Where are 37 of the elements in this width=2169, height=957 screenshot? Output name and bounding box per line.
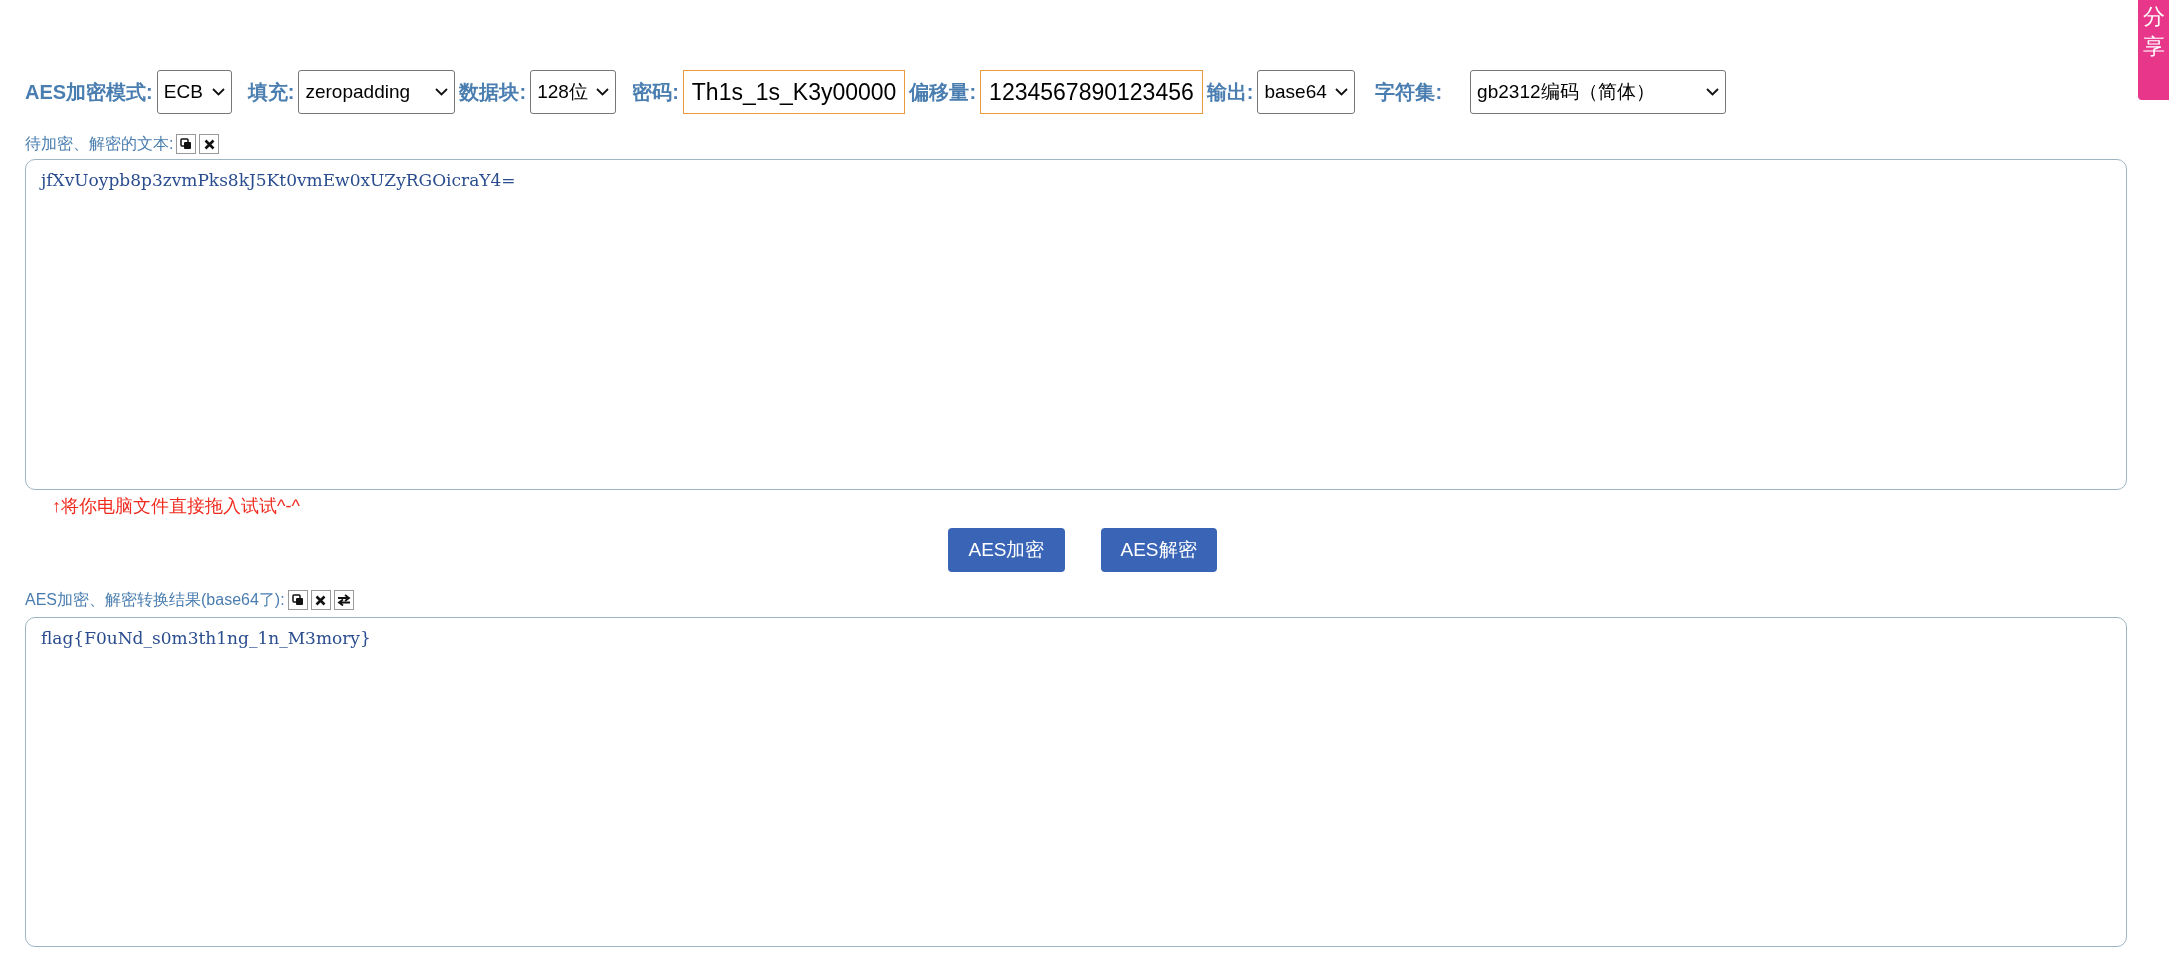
chevron-down-icon: [1335, 88, 1349, 96]
copy-button[interactable]: [287, 590, 308, 610]
clear-button[interactable]: [310, 590, 331, 610]
clear-button[interactable]: [199, 134, 220, 154]
encrypt-button[interactable]: AES加密: [948, 528, 1065, 572]
dropdown[interactable]: gb2312编码（简体）: [1470, 70, 1727, 114]
chevron-down-icon: [1706, 88, 1720, 96]
text-input[interactable]: Th1s_1s_K3y00000: [682, 70, 906, 114]
drag-hint-text: ↑将你电脑文件直接拖入试试^-^: [52, 496, 300, 516]
chevron-down-icon: [211, 88, 225, 96]
chevron-down-icon: [596, 88, 610, 96]
swap-button[interactable]: [333, 590, 354, 610]
dropdown[interactable]: zeropadding: [298, 70, 456, 114]
share-tab[interactable]: 分享: [2138, 0, 2169, 100]
decrypt-button[interactable]: AES解密: [1100, 528, 1217, 572]
field-label: 字符集:: [1375, 80, 1443, 105]
text-area[interactable]: jfXvUoypb8p3zvmPks8kJ5Kt0vmEw0xUZyRGOicraY4=: [25, 159, 2127, 490]
text-area[interactable]: flag{F0uNd_s0m3th1ng_1n_M3mory}: [25, 617, 2127, 947]
copy-icon: [180, 138, 193, 150]
copy-icon: [291, 594, 304, 606]
section-label: AES加密、解密转换结果(base64了):: [25, 590, 285, 610]
close-icon: [203, 138, 215, 150]
close-icon: [315, 594, 327, 606]
field-label: AES加密模式:: [25, 80, 153, 105]
dropdown[interactable]: base64: [1257, 70, 1356, 114]
chevron-down-icon: [435, 88, 449, 96]
text-input[interactable]: 1234567890123456: [980, 70, 1203, 114]
field-label: 填充:: [247, 80, 295, 105]
field-label: 密码:: [632, 80, 679, 105]
copy-button[interactable]: [176, 134, 197, 154]
dropdown[interactable]: ECB: [156, 70, 232, 114]
field-label: 输出:: [1206, 80, 1254, 105]
section-label: 待加密、解密的文本:: [25, 134, 174, 154]
dropdown[interactable]: 128位: [530, 70, 617, 114]
field-label: 数据块:: [459, 80, 527, 105]
swap-arrows-icon: [336, 594, 351, 606]
field-label: 偏移量:: [909, 80, 977, 105]
